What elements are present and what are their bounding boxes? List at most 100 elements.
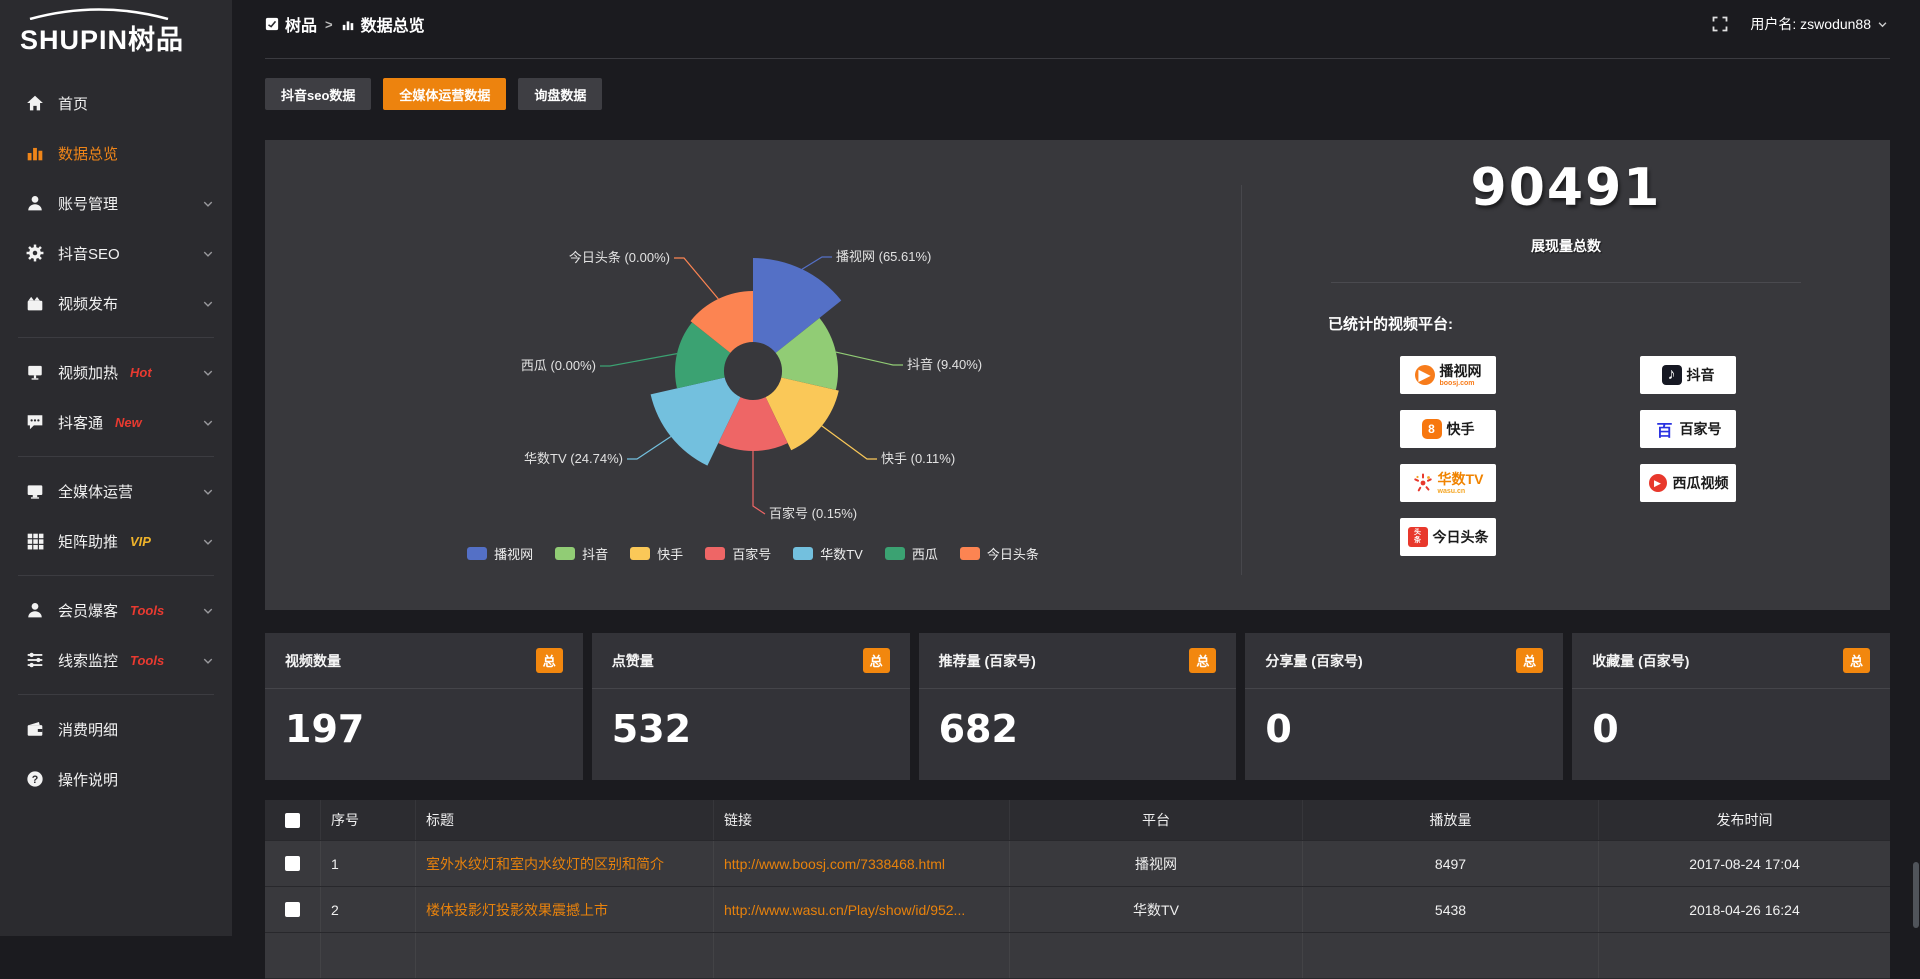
legend-swatch: [885, 547, 905, 560]
chevron-down-icon: [202, 367, 214, 379]
chevron-down-icon: [202, 247, 214, 259]
sidebar-item-矩阵助推[interactable]: 矩阵助推VIP: [0, 516, 232, 566]
breadcrumb-separator: >: [325, 17, 333, 32]
bar-chart-icon: [26, 144, 44, 162]
sidebar-item-label: 会员爆客: [58, 600, 118, 621]
stat-card-value: 0: [1245, 689, 1563, 751]
legend-item-西瓜[interactable]: 西瓜: [885, 544, 938, 563]
user-menu[interactable]: 用户名: zswodun88: [1750, 14, 1888, 34]
logo-arc-icon: [24, 8, 174, 20]
sidebar-item-label: 操作说明: [58, 769, 118, 790]
tab-抖音seo数据[interactable]: 抖音seo数据: [265, 78, 371, 110]
stat-card-label: 视频数量: [285, 651, 341, 671]
cell-seq: 2: [320, 887, 415, 932]
sidebar-item-label: 消费明细: [58, 719, 118, 740]
chevron-down-icon: [202, 605, 214, 617]
bar-chart-icon: [341, 17, 355, 31]
legend-label: 西瓜: [912, 544, 938, 563]
sidebar-item-数据总览[interactable]: 数据总览: [0, 128, 232, 178]
pie-label-快手: 快手 (0.11%): [881, 451, 955, 466]
monitor-icon: [26, 482, 44, 500]
column-header-标题: 标题: [415, 800, 713, 840]
chevron-down-icon: [202, 654, 214, 666]
sidebar-item-抖客通[interactable]: 抖客通New: [0, 397, 232, 447]
sidebar-item-tag: Tools: [130, 603, 164, 618]
legend-item-抖音[interactable]: 抖音: [555, 544, 608, 563]
cell-link[interactable]: http://www.wasu.cn/Play/show/id/952...: [713, 887, 1009, 932]
cell-seq: 1: [320, 841, 415, 886]
header-divider: [265, 58, 1890, 59]
platform-subtext: wasu.cn: [1438, 488, 1466, 495]
topbar: 树品 > 数据总览 用户名: zswodun88: [232, 0, 1920, 48]
wallet-icon: [26, 720, 44, 738]
sidebar-item-会员爆客[interactable]: 会员爆客 Tools: [0, 585, 232, 635]
data-tabs: 抖音seo数据全媒体运营数据询盘数据: [265, 78, 602, 110]
total-badge[interactable]: 总: [863, 648, 890, 673]
row-checkbox[interactable]: [285, 856, 300, 871]
sidebar-divider: [18, 575, 214, 576]
user-icon: [26, 194, 44, 212]
pie-label-华数TV: 华数TV (24.74%): [524, 451, 623, 466]
cell-title[interactable]: 楼体投影灯投影效果震撼上市: [415, 887, 713, 932]
clapper-icon: [26, 294, 44, 312]
sidebar-item-消费明细[interactable]: 消费明细: [0, 704, 232, 754]
question-icon: ?: [26, 770, 44, 788]
stat-card-点赞量: 点赞量总532: [592, 633, 910, 780]
column-header-播放量: 播放量: [1302, 800, 1598, 840]
screen-icon: [26, 363, 44, 381]
sidebar-item-操作说明[interactable]: ? 操作说明: [0, 754, 232, 804]
legend-item-华数TV[interactable]: 华数TV: [793, 544, 863, 563]
clapper-icon: [26, 294, 44, 312]
sidebar-item-全媒体运营[interactable]: 全媒体运营: [0, 466, 232, 516]
stat-card-收藏量 (百家号): 收藏量 (百家号)总0: [1572, 633, 1890, 780]
app-logo[interactable]: SHUPIN树品: [0, 0, 232, 64]
stat-card-value: 197: [265, 689, 583, 751]
chevron-down-icon: [202, 298, 214, 310]
tab-询盘数据[interactable]: 询盘数据: [518, 78, 602, 110]
chat-icon: [26, 413, 44, 431]
sidebar-item-视频发布[interactable]: 视频发布: [0, 278, 232, 328]
legend-item-百家号[interactable]: 百家号: [705, 544, 771, 563]
row-checkbox[interactable]: [285, 902, 300, 917]
platform-badge-华数TV: 华数TVwasu.cn: [1400, 464, 1496, 502]
stat-card-视频数量: 视频数量 总 197: [265, 633, 583, 780]
cell-title[interactable]: 室外水纹灯和室内水纹灯的区别和简介: [415, 841, 713, 886]
sidebar-item-线索监控[interactable]: 线索监控Tools: [0, 635, 232, 685]
breadcrumb-root[interactable]: 树品: [265, 12, 317, 36]
breadcrumb-current[interactable]: 数据总览: [341, 12, 425, 36]
platform-share-pie-chart[interactable]: 播视网 (65.61%)抖音 (9.40%)快手 (0.11%)百家号 (0.1…: [265, 140, 1241, 610]
sidebar-nav: 首页数据总览账号管理抖音SEO视频发布视频加热Hot抖客通New 全媒体运营矩阵助…: [0, 78, 232, 804]
tab-全媒体运营数据[interactable]: 全媒体运营数据: [383, 78, 506, 110]
douyin-logo-icon: ♪: [1662, 365, 1682, 385]
total-badge[interactable]: 总: [536, 648, 563, 673]
sidebar-item-账号管理[interactable]: 账号管理: [0, 178, 232, 228]
cell-link[interactable]: http://www.boosj.com/7338468.html: [713, 841, 1009, 886]
chevron-down-icon: [202, 417, 214, 429]
pie-slice-华数TV[interactable]: [651, 378, 741, 466]
total-badge[interactable]: 总: [1843, 648, 1870, 673]
legend-item-播视网[interactable]: 播视网: [467, 544, 533, 563]
videos-table: 序号标题链接平台播放量发布时间1室外水纹灯和室内水纹灯的区别和简介http://…: [265, 800, 1890, 979]
stat-card-label: 收藏量 (百家号): [1592, 651, 1689, 671]
select-all-checkbox[interactable]: [285, 813, 300, 828]
fullscreen-icon[interactable]: [1712, 16, 1728, 32]
total-badge[interactable]: 总: [1189, 648, 1216, 673]
sidebar-item-视频加热[interactable]: 视频加热Hot: [0, 347, 232, 397]
home-icon: [26, 94, 44, 112]
legend-label: 华数TV: [820, 544, 863, 563]
total-impressions-value: 90491: [1242, 158, 1890, 218]
chevron-down-icon: [202, 536, 214, 548]
legend-swatch: [630, 547, 650, 560]
sidebar-item-抖音SEO[interactable]: 抖音SEO: [0, 228, 232, 278]
pie-label-西瓜: 西瓜 (0.00%): [521, 358, 596, 373]
table-header-row: 序号标题链接平台播放量发布时间: [265, 800, 1890, 841]
stat-cards-row: 视频数量总197点赞量总532推荐量 (百家号)总682分享量 (百家号)总0收…: [265, 633, 1890, 780]
page-scrollbar[interactable]: [1913, 862, 1919, 928]
sidebar-item-首页[interactable]: 首页: [0, 78, 232, 128]
total-badge[interactable]: 总: [1516, 648, 1543, 673]
app-square-icon: [265, 17, 279, 31]
legend-item-今日头条[interactable]: 今日头条: [960, 544, 1039, 563]
legend-item-快手[interactable]: 快手: [630, 544, 683, 563]
chevron-down-icon: [202, 535, 214, 547]
pie-label-line-西瓜: [600, 354, 677, 366]
